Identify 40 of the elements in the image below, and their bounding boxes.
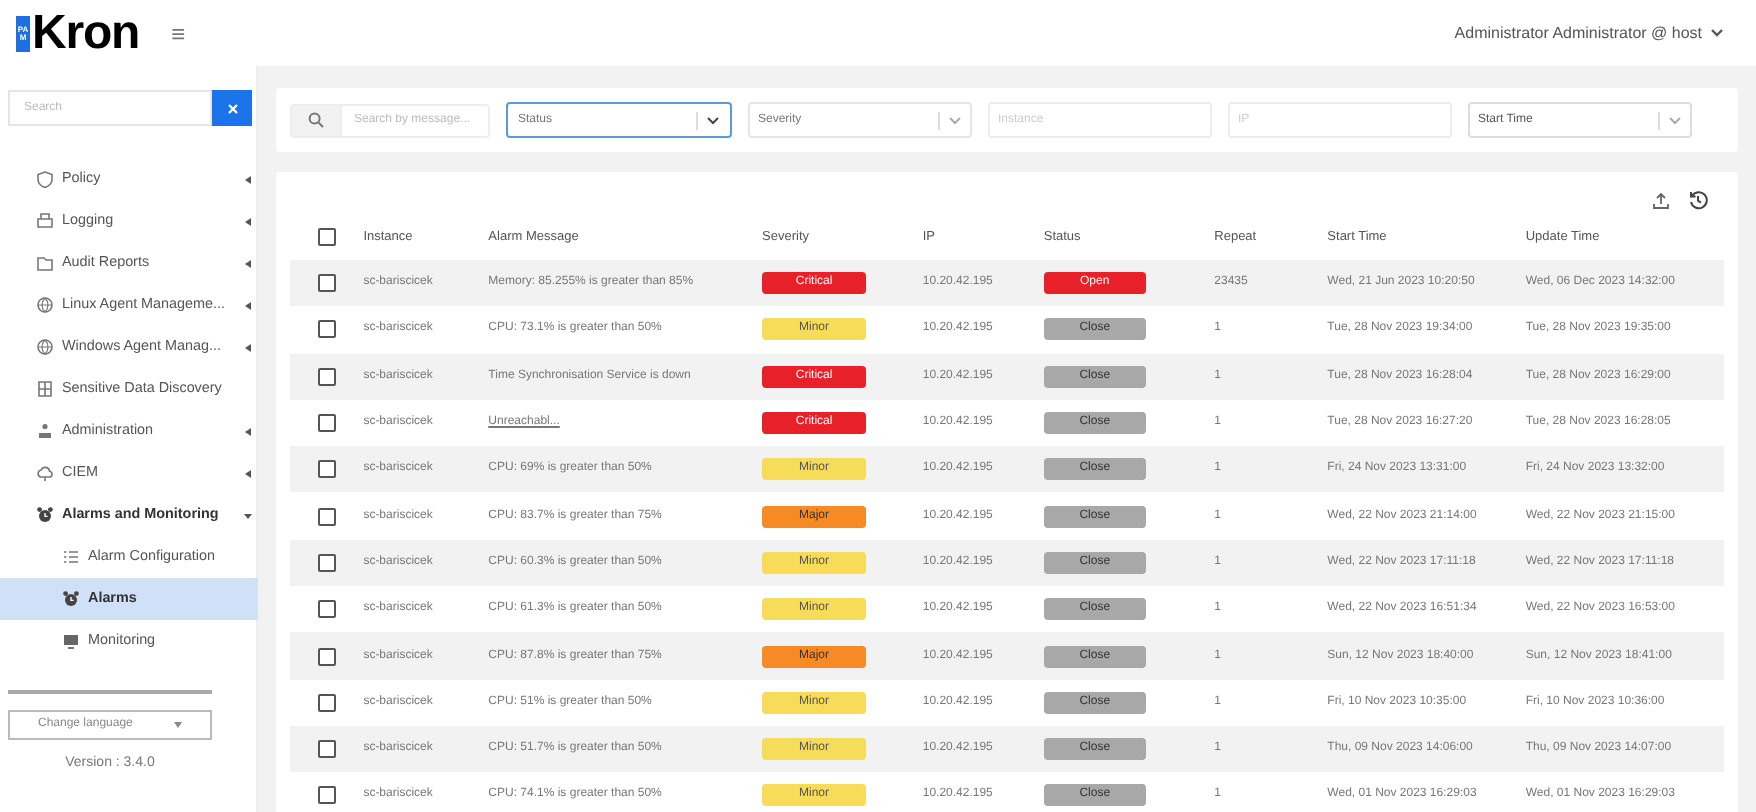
row-checkbox[interactable] <box>317 367 336 386</box>
history-icon <box>1688 190 1708 210</box>
row-checkbox[interactable] <box>317 553 336 572</box>
history-button[interactable] <box>1688 188 1708 212</box>
close-icon <box>227 103 237 113</box>
select-all-checkbox[interactable] <box>317 228 336 246</box>
folder-icon <box>36 254 54 272</box>
row-checkbox[interactable] <box>317 414 336 433</box>
menu-button[interactable]: ≡ <box>171 21 186 45</box>
list-icon <box>62 548 80 566</box>
row-checkbox[interactable] <box>317 600 336 619</box>
row-checkbox[interactable] <box>317 460 336 479</box>
monitor-icon <box>62 632 80 650</box>
upload-icon <box>1652 191 1670 209</box>
row-checkbox[interactable] <box>317 740 336 759</box>
row-checkbox[interactable] <box>317 507 336 526</box>
search-icon <box>308 112 324 128</box>
cloud-icon <box>36 464 54 482</box>
export-button[interactable] <box>1652 188 1670 212</box>
caret-down-icon <box>174 722 182 728</box>
globe-icon <box>36 338 54 356</box>
clear-button[interactable] <box>212 90 252 126</box>
grid-icon <box>36 380 54 398</box>
printer-icon <box>36 212 54 230</box>
globe-icon <box>36 296 54 314</box>
row-checkbox[interactable] <box>317 693 336 712</box>
shield-icon <box>36 170 54 188</box>
logo: Kron <box>32 9 140 57</box>
alarm-clock-icon <box>36 506 54 524</box>
row-checkbox[interactable] <box>317 274 336 293</box>
chevron-down-icon <box>706 115 720 125</box>
chevron-down-icon <box>1710 28 1724 38</box>
chevron-down-icon <box>1668 115 1682 125</box>
alarm-clock-icon <box>62 590 80 608</box>
user-menu[interactable]: Administrator Administrator @ host <box>1454 21 1724 45</box>
row-checkbox[interactable] <box>317 647 336 666</box>
row-checkbox[interactable] <box>317 320 336 339</box>
row-checkbox[interactable] <box>317 786 336 805</box>
chevron-down-icon <box>948 115 962 125</box>
people-icon <box>36 422 54 440</box>
